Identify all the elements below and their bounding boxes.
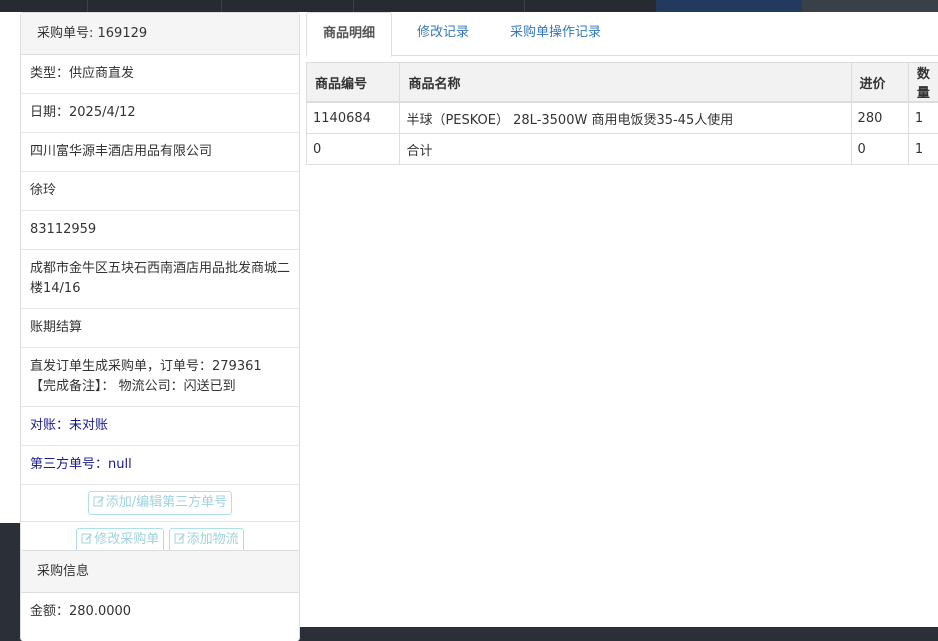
cell-product-name: 合计 — [400, 134, 851, 165]
top-bar-divider — [87, 0, 88, 12]
edit-purchase-order-label: 修改采购单 — [94, 532, 159, 547]
top-bar-divider — [353, 0, 354, 12]
add-logistics-label: 添加物流 — [187, 532, 239, 547]
third-party-number: 第三方单号：null — [21, 446, 299, 485]
edit-icon — [174, 532, 186, 544]
purchase-info-header: 采购信息 — [21, 551, 299, 593]
top-bar-divider — [524, 0, 525, 12]
cell-product-name: 半球（PESKOE） 28L-3500W 商用电饭煲35-45人使用 — [400, 102, 851, 134]
contact-person: 徐玲 — [21, 172, 299, 211]
contact-phone: 83112959 — [21, 211, 299, 250]
table-row-total: 0 合计 0 1 — [307, 134, 938, 165]
column-header-quantity: 数量 — [908, 63, 938, 103]
third-party-actions: 添加/编辑第三方单号 — [21, 485, 299, 522]
cell-product-code: 0 — [307, 134, 400, 165]
tab-product-details[interactable]: 商品明细 — [306, 12, 392, 57]
cell-quantity: 1 — [908, 102, 938, 134]
order-remark: 直发订单生成采购单，订单号：279361 【完成备注】： 物流公司：闪送已到 — [21, 348, 299, 407]
left-gutter-dark — [0, 523, 20, 627]
detail-tabs: 商品明细 修改记录 采购单操作记录 — [306, 12, 938, 56]
top-bar-divider — [221, 0, 222, 12]
purchase-amount: 金额：280.0000 — [21, 593, 299, 631]
edit-purchase-order-button[interactable]: 修改采购单 — [76, 528, 164, 552]
cell-quantity: 1 — [908, 134, 938, 165]
order-date: 日期：2025/4/12 — [21, 94, 299, 133]
edit-third-party-number-button[interactable]: 添加/编辑第三方单号 — [88, 491, 232, 515]
column-header-product-name: 商品名称 — [400, 63, 851, 103]
tab-operation-log[interactable]: 采购单操作记录 — [494, 12, 617, 54]
tab-modification-log[interactable]: 修改记录 — [401, 12, 485, 54]
edit-third-party-number-label: 添加/编辑第三方单号 — [106, 495, 227, 510]
payment-terms: 账期结算 — [21, 309, 299, 348]
top-bar-segment[interactable] — [802, 0, 938, 12]
order-type: 类型：供应商直发 — [21, 55, 299, 94]
add-logistics-button[interactable]: 添加物流 — [169, 528, 244, 552]
order-number-header: 采购单号: 169129 — [21, 13, 299, 55]
top-bar — [0, 0, 938, 12]
purchase-info-panel: 采购信息 金额：280.0000 — [20, 550, 300, 641]
table-row[interactable]: 1140684 半球（PESKOE） 28L-3500W 商用电饭煲35-45人… — [307, 102, 938, 134]
supplier-name: 四川富华源丰酒店用品有限公司 — [21, 133, 299, 172]
reconcile-status: 对账：未对账 — [21, 407, 299, 446]
table-header-row: 商品编号 商品名称 进价 数量 — [307, 63, 938, 103]
edit-icon — [93, 495, 105, 507]
order-info-panel: 采购单号: 169129 类型：供应商直发 日期：2025/4/12 四川富华源… — [20, 12, 300, 559]
cell-price: 0 — [851, 134, 908, 165]
supplier-address: 成都市金牛区五块石西南酒店用品批发商城二楼14/16 — [21, 250, 299, 309]
cell-product-code: 1140684 — [307, 102, 400, 134]
column-header-price: 进价 — [851, 63, 908, 103]
top-bar-active-segment[interactable] — [656, 0, 802, 12]
product-table: 商品编号 商品名称 进价 数量 1140684 半球（PESKOE） 28L-3… — [306, 62, 938, 165]
left-gutter — [0, 12, 20, 523]
cell-price: 280 — [851, 102, 908, 134]
edit-icon — [81, 532, 93, 544]
column-header-product-code: 商品编号 — [307, 63, 400, 103]
